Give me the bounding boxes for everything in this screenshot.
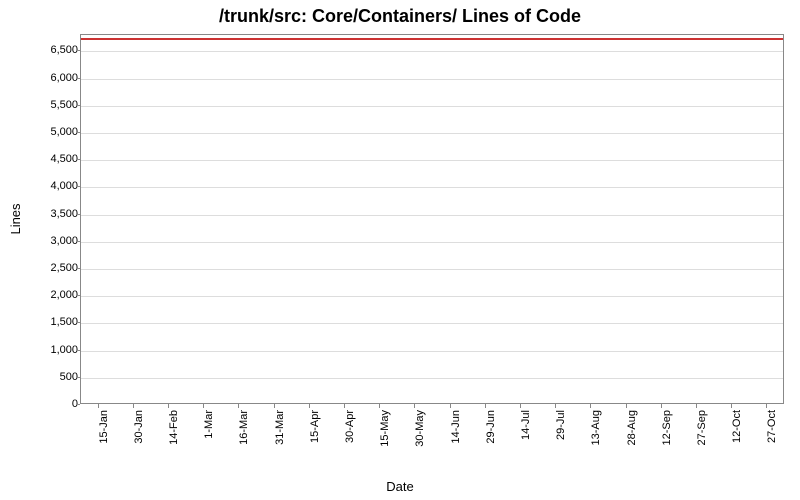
- y-tick-mark: [76, 268, 80, 269]
- x-tick-label: 14-Feb: [168, 410, 180, 470]
- x-tick-label: 14-Jul: [520, 410, 532, 470]
- y-tick-label: 1,000: [28, 344, 78, 356]
- gridline-h: [81, 79, 783, 80]
- x-tick-mark: [203, 404, 204, 408]
- y-tick-mark: [76, 214, 80, 215]
- x-tick-mark: [98, 404, 99, 408]
- y-tick-mark: [76, 350, 80, 351]
- y-tick-mark: [76, 50, 80, 51]
- x-tick-mark: [555, 404, 556, 408]
- y-tick-label: 500: [28, 371, 78, 383]
- x-tick-mark: [309, 404, 310, 408]
- chart-title: /trunk/src: Core/Containers/ Lines of Co…: [0, 6, 800, 27]
- y-tick-mark: [76, 241, 80, 242]
- gridline-h: [81, 215, 783, 216]
- x-tick-mark: [133, 404, 134, 408]
- x-tick-label: 15-Apr: [309, 410, 321, 470]
- x-tick-label: 14-Jun: [450, 410, 462, 470]
- gridline-h: [81, 242, 783, 243]
- x-tick-label: 15-May: [379, 410, 391, 470]
- x-tick-mark: [450, 404, 451, 408]
- y-tick-mark: [76, 295, 80, 296]
- data-series-line: [81, 38, 783, 40]
- x-tick-mark: [731, 404, 732, 408]
- y-tick-label: 5,500: [28, 99, 78, 111]
- x-tick-label: 27-Oct: [766, 410, 778, 470]
- x-tick-mark: [590, 404, 591, 408]
- y-tick-label: 0: [28, 398, 78, 410]
- gridline-h: [81, 160, 783, 161]
- y-axis-label: Lines: [8, 203, 23, 234]
- plot-area: [80, 34, 784, 404]
- gridline-h: [81, 269, 783, 270]
- gridline-h: [81, 106, 783, 107]
- y-tick-mark: [76, 132, 80, 133]
- gridline-h: [81, 323, 783, 324]
- y-tick-label: 2,500: [28, 262, 78, 274]
- x-tick-mark: [766, 404, 767, 408]
- x-tick-mark: [379, 404, 380, 408]
- x-tick-mark: [696, 404, 697, 408]
- x-tick-mark: [626, 404, 627, 408]
- x-tick-label: 15-Jan: [98, 410, 110, 470]
- gridline-h: [81, 351, 783, 352]
- gridline-h: [81, 187, 783, 188]
- gridline-h: [81, 133, 783, 134]
- y-tick-label: 6,000: [28, 72, 78, 84]
- y-tick-mark: [76, 78, 80, 79]
- x-tick-mark: [344, 404, 345, 408]
- x-tick-label: 13-Aug: [590, 410, 602, 470]
- x-tick-mark: [274, 404, 275, 408]
- x-tick-label: 29-Jun: [485, 410, 497, 470]
- y-tick-label: 4,500: [28, 153, 78, 165]
- x-tick-label: 27-Sep: [696, 410, 708, 470]
- x-tick-label: 1-Mar: [203, 410, 215, 470]
- x-tick-mark: [238, 404, 239, 408]
- x-tick-label: 28-Aug: [626, 410, 638, 470]
- y-tick-label: 6,500: [28, 44, 78, 56]
- x-tick-label: 12-Oct: [731, 410, 743, 470]
- x-tick-label: 30-Jan: [133, 410, 145, 470]
- y-tick-mark: [76, 159, 80, 160]
- x-tick-label: 16-Mar: [238, 410, 250, 470]
- x-tick-mark: [485, 404, 486, 408]
- x-tick-label: 29-Jul: [555, 410, 567, 470]
- y-tick-mark: [76, 377, 80, 378]
- x-tick-label: 31-Mar: [274, 410, 286, 470]
- x-tick-mark: [661, 404, 662, 408]
- x-tick-label: 30-Apr: [344, 410, 356, 470]
- y-tick-mark: [76, 105, 80, 106]
- y-tick-label: 3,000: [28, 235, 78, 247]
- y-tick-label: 4,000: [28, 180, 78, 192]
- gridline-h: [81, 296, 783, 297]
- y-tick-mark: [76, 322, 80, 323]
- x-tick-mark: [414, 404, 415, 408]
- y-tick-label: 2,000: [28, 289, 78, 301]
- y-tick-mark: [76, 404, 80, 405]
- x-tick-label: 12-Sep: [661, 410, 673, 470]
- gridline-h: [81, 378, 783, 379]
- x-tick-label: 30-May: [414, 410, 426, 470]
- y-tick-label: 3,500: [28, 208, 78, 220]
- x-tick-mark: [168, 404, 169, 408]
- x-tick-mark: [520, 404, 521, 408]
- y-tick-label: 5,000: [28, 126, 78, 138]
- gridline-h: [81, 51, 783, 52]
- y-tick-mark: [76, 186, 80, 187]
- x-axis-label: Date: [0, 479, 800, 494]
- y-tick-label: 1,500: [28, 316, 78, 328]
